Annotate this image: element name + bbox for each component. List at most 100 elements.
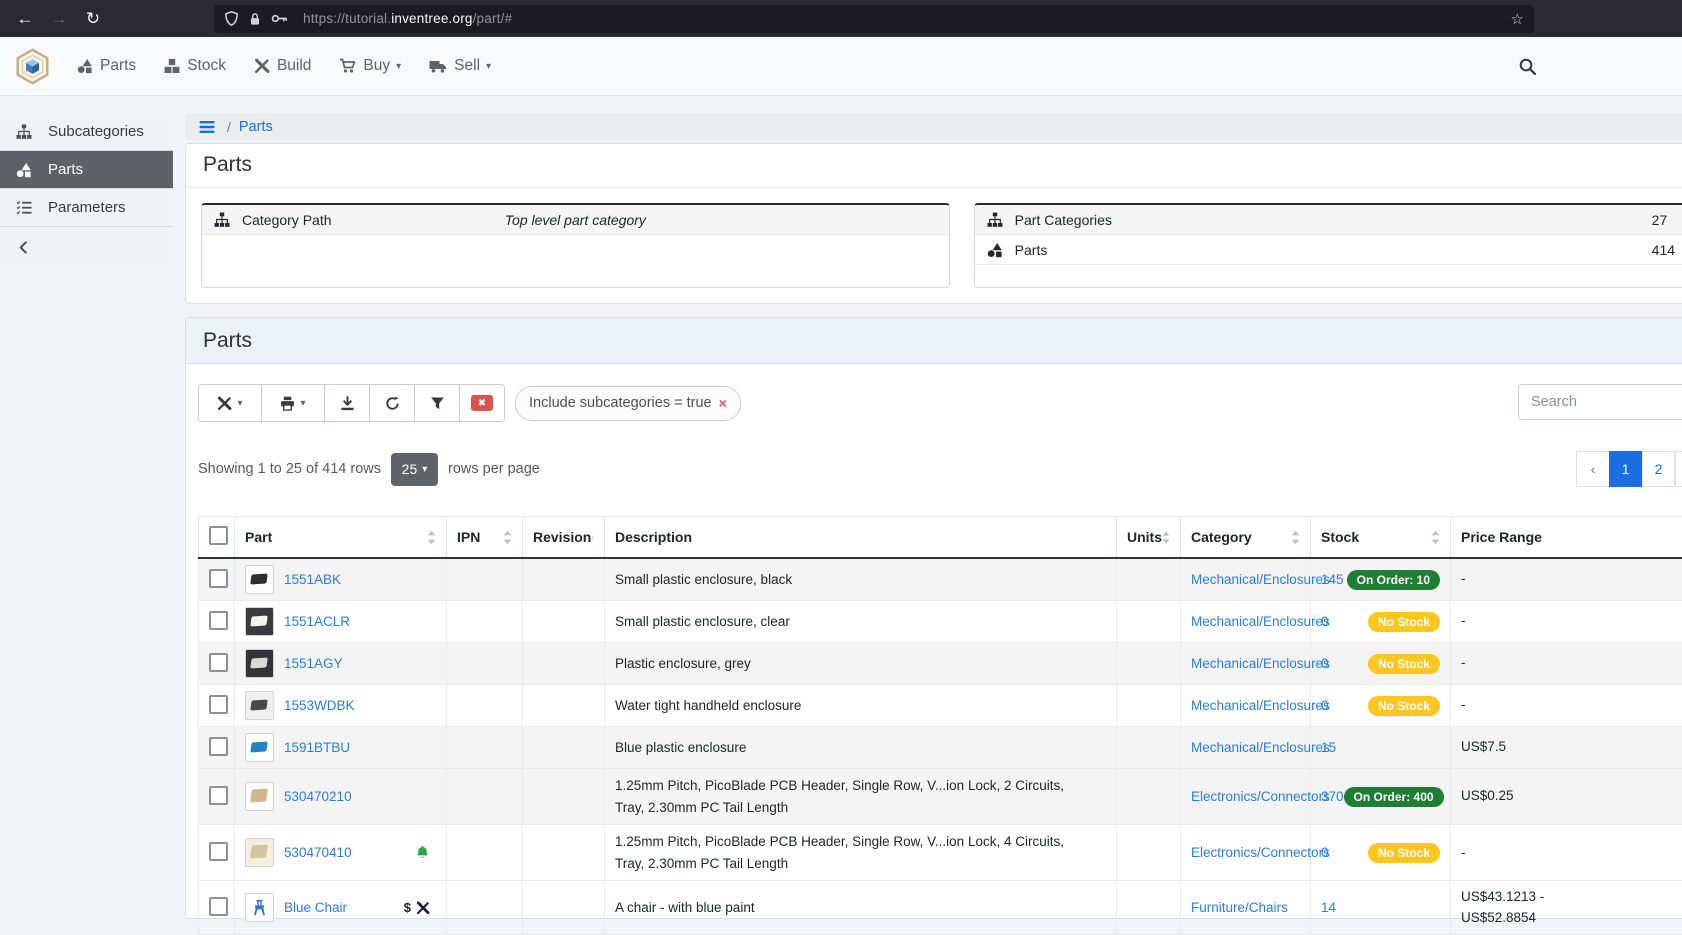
part-thumbnail[interactable] bbox=[245, 838, 274, 867]
key-icon bbox=[271, 11, 288, 26]
column-header-description[interactable]: Description bbox=[605, 517, 1117, 559]
part-link[interactable]: 530470410 bbox=[284, 845, 352, 860]
row-checkbox[interactable] bbox=[209, 786, 228, 805]
ipn-cell bbox=[447, 881, 523, 935]
download-button[interactable] bbox=[325, 385, 370, 421]
breadcrumb-link-parts[interactable]: Parts bbox=[239, 119, 273, 135]
stock-value[interactable]: 0 bbox=[1321, 656, 1329, 671]
sidebar-item-parameters[interactable]: Parameters bbox=[0, 189, 173, 227]
price-range: US$0.25 bbox=[1461, 786, 1573, 806]
column-header-category[interactable]: Category bbox=[1181, 517, 1311, 559]
breadcrumb-menu-button[interactable] bbox=[199, 120, 215, 134]
part-thumbnail[interactable] bbox=[245, 893, 274, 922]
row-checkbox[interactable] bbox=[209, 653, 228, 672]
column-header-stock[interactable]: Stock bbox=[1311, 517, 1451, 559]
sort-icon[interactable] bbox=[1291, 530, 1300, 545]
table-row: Blue Chair $ A chair - with blue paint F… bbox=[199, 881, 1682, 935]
bell-icon[interactable] bbox=[415, 845, 430, 860]
select-all-checkbox[interactable] bbox=[209, 526, 228, 545]
revision-cell bbox=[523, 727, 605, 769]
part-link[interactable]: 1591BTBU bbox=[284, 740, 350, 755]
refresh-button[interactable] bbox=[370, 385, 415, 421]
column-header-revision[interactable]: Revision bbox=[523, 517, 605, 559]
pagination-page-3[interactable]: 3 bbox=[1675, 451, 1682, 487]
print-dropdown-button[interactable]: ▾ bbox=[262, 385, 325, 421]
forward-button[interactable]: → bbox=[46, 6, 72, 32]
page-size-select[interactable]: 25 ▾ bbox=[391, 453, 438, 486]
sort-icon[interactable] bbox=[591, 530, 594, 545]
inventree-logo[interactable] bbox=[14, 48, 51, 85]
column-header-price-range[interactable]: Price Range bbox=[1451, 517, 1682, 559]
column-header-ipn[interactable]: IPN bbox=[447, 517, 523, 559]
part-link[interactable]: 1551ACLR bbox=[284, 614, 350, 629]
pagination-page-2[interactable]: 2 bbox=[1642, 451, 1675, 487]
part-thumbnail[interactable] bbox=[245, 649, 274, 678]
column-header-part[interactable]: Part bbox=[235, 517, 447, 559]
back-button[interactable]: ← bbox=[12, 6, 38, 32]
nav-item-parts[interactable]: Parts bbox=[77, 57, 136, 75]
part-thumbnail[interactable] bbox=[245, 733, 274, 762]
nav-item-build[interactable]: Build bbox=[254, 57, 311, 75]
remove-chip-icon[interactable]: × bbox=[719, 395, 727, 411]
stock-value[interactable]: 0 bbox=[1321, 845, 1329, 860]
filter-chip[interactable]: Include subcategories = true × bbox=[515, 386, 741, 421]
part-description: A chair - with blue paint bbox=[615, 897, 1095, 919]
nav-item-buy[interactable]: Buy ▾ bbox=[339, 57, 401, 75]
stock-value[interactable]: 0 bbox=[1321, 614, 1329, 629]
part-thumbnail[interactable] bbox=[245, 782, 274, 811]
sidebar-item-subcategories[interactable]: Subcategories bbox=[0, 113, 173, 151]
part-thumbnail[interactable] bbox=[245, 565, 274, 594]
part-link[interactable]: 530470210 bbox=[284, 789, 352, 804]
sort-icon[interactable] bbox=[1431, 530, 1440, 545]
nav-item-stock[interactable]: Stock bbox=[164, 57, 226, 75]
row-checkbox[interactable] bbox=[209, 611, 228, 630]
row-checkbox[interactable] bbox=[209, 695, 228, 714]
pagination-page-1[interactable]: 1 bbox=[1609, 451, 1642, 487]
stock-value[interactable]: 15 bbox=[1321, 740, 1336, 755]
category-link[interactable]: Mechanical/Enclosures bbox=[1191, 572, 1330, 587]
part-link[interactable]: 1551AGY bbox=[284, 656, 343, 671]
row-checkbox[interactable] bbox=[209, 737, 228, 756]
sort-icon[interactable] bbox=[427, 530, 436, 545]
printer-icon bbox=[280, 396, 295, 411]
clear-filters-button[interactable]: ✖ bbox=[460, 385, 504, 421]
row-checkbox[interactable] bbox=[209, 897, 228, 916]
stock-value[interactable]: 145 bbox=[1321, 572, 1344, 587]
category-link[interactable]: Electronics/Connectors bbox=[1191, 789, 1330, 804]
part-link[interactable]: 1553WDBK bbox=[284, 698, 355, 713]
sidebar-collapse-button[interactable] bbox=[0, 227, 173, 265]
stock-value[interactable]: 14 bbox=[1321, 900, 1336, 915]
category-link[interactable]: Mechanical/Enclosures bbox=[1191, 740, 1330, 755]
column-header-units[interactable]: Units bbox=[1117, 517, 1181, 559]
row-checkbox[interactable] bbox=[209, 842, 228, 861]
stock-badge: No Stock bbox=[1368, 696, 1440, 716]
category-path-label: Category Path bbox=[242, 212, 332, 228]
row-checkbox[interactable] bbox=[209, 569, 228, 588]
category-link[interactable]: Furniture/Chairs bbox=[1191, 900, 1288, 915]
category-link[interactable]: Electronics/Connectors bbox=[1191, 845, 1330, 860]
filter-button[interactable] bbox=[415, 385, 460, 421]
part-link[interactable]: 1551ABK bbox=[284, 572, 341, 587]
stock-value[interactable]: 370 bbox=[1321, 789, 1344, 804]
pagination-prev-button[interactable]: ‹ bbox=[1576, 451, 1609, 487]
sort-icon[interactable] bbox=[503, 530, 512, 545]
reload-button[interactable]: ↻ bbox=[80, 6, 106, 32]
sort-icon[interactable] bbox=[1162, 530, 1170, 545]
category-link[interactable]: Mechanical/Enclosures bbox=[1191, 614, 1330, 629]
category-link[interactable]: Mechanical/Enclosures bbox=[1191, 698, 1330, 713]
bookmark-star-icon[interactable]: ☆ bbox=[1511, 10, 1524, 28]
part-thumbnail[interactable] bbox=[245, 607, 274, 636]
stock-value[interactable]: 0 bbox=[1321, 698, 1329, 713]
part-link[interactable]: Blue Chair bbox=[284, 900, 347, 915]
ipn-cell bbox=[447, 558, 523, 601]
url-bar[interactable]: https://tutorial.inventree.org/part/# ☆ bbox=[214, 5, 1534, 33]
nav-item-sell[interactable]: Sell ▾ bbox=[429, 57, 491, 75]
search-input[interactable] bbox=[1518, 384, 1682, 420]
category-link[interactable]: Mechanical/Enclosures bbox=[1191, 656, 1330, 671]
actions-dropdown-button[interactable]: ▾ bbox=[199, 385, 262, 421]
tools-icon bbox=[254, 58, 270, 74]
part-categories-count: 27 bbox=[1652, 212, 1668, 228]
sidebar-item-parts[interactable]: Parts bbox=[0, 151, 173, 189]
part-thumbnail[interactable] bbox=[245, 691, 274, 720]
navbar-search-button[interactable] bbox=[1519, 58, 1536, 75]
